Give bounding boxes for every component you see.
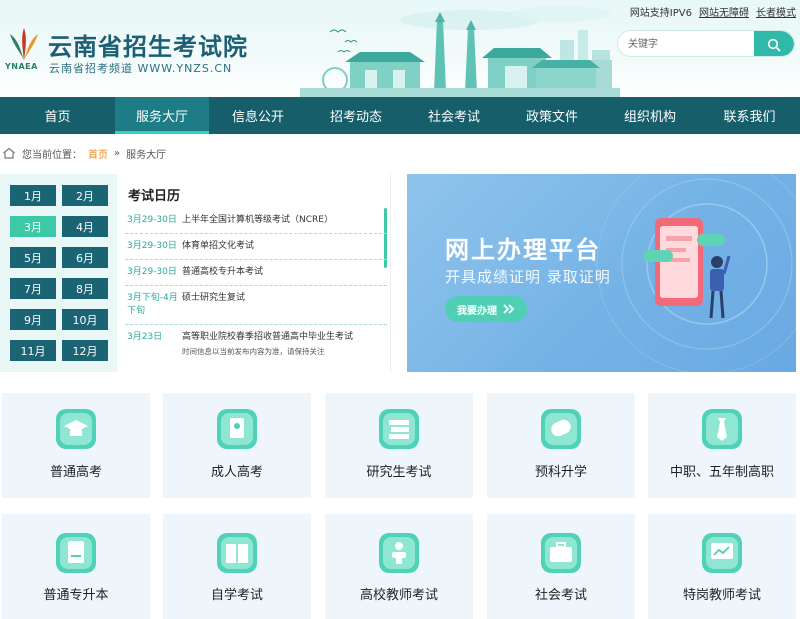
calendar-item[interactable]: 3月下旬-4月下旬 硕士研究生复试: [125, 286, 387, 325]
handle-online-button[interactable]: 我要办理: [445, 296, 527, 322]
accessibility-link[interactable]: 网站无障碍: [699, 4, 749, 19]
service-card-label: 中职、五年制高职: [669, 465, 774, 480]
month-button-8[interactable]: 8月: [62, 278, 108, 299]
breadcrumb-separator: »: [114, 147, 121, 159]
breadcrumb-current: 服务大厅: [126, 149, 167, 161]
briefcase-icon: [541, 533, 581, 573]
site-subtitle: 云南省招考频道 WWW.YNZS.CN: [49, 62, 233, 75]
service-card-label: 社会考试: [534, 588, 587, 603]
service-card-upgrade-bachelor[interactable]: 普通专升本: [2, 514, 150, 619]
nav-organization[interactable]: 组织机构: [601, 97, 699, 134]
service-card-label: 预科升学: [534, 465, 587, 480]
graduation-cap-icon: [56, 409, 96, 449]
calendar-list: 3月29-30日 上半年全国计算机等级考试（NCRE） 3月29-30日 体育单…: [125, 208, 387, 364]
month-button-4[interactable]: 4月: [62, 216, 108, 237]
online-service-banner[interactable]: 网上办理平台 开具成绩证明 录取证明 我要办理: [407, 174, 796, 372]
calendar-item-title: 硕士研究生复试: [182, 293, 246, 303]
search-box: [617, 30, 795, 57]
calendar-item-date: 3月23日: [127, 332, 163, 342]
month-button-2[interactable]: 2月: [62, 185, 108, 206]
top-links: 网站支持IPV6 网站无障碍 长者模式: [630, 4, 796, 19]
month-selector: 1月 2月 3月 4月 5月 6月 7月 8月 9月 10月 11月 12月: [0, 174, 117, 372]
service-card-self-study[interactable]: 自学考试: [163, 514, 311, 619]
nav-policy-docs[interactable]: 政策文件: [503, 97, 601, 134]
month-button-10[interactable]: 10月: [62, 309, 108, 330]
calendar-item[interactable]: 3月29-30日 普通高校专升本考试: [125, 260, 387, 286]
nav-admission-news[interactable]: 招考动态: [307, 97, 405, 134]
service-card-label: 普通高考: [49, 465, 102, 480]
service-card-adult-exam[interactable]: 成人高考: [163, 393, 311, 498]
service-card-college-teacher[interactable]: 高校教师考试: [325, 514, 473, 619]
calendar-item-date: 3月29-30日: [127, 215, 177, 225]
board-icon: [702, 533, 742, 573]
home-icon: [3, 147, 15, 159]
tie-icon: [702, 409, 742, 449]
ipv6-support-text: 网站支持IPV6: [629, 8, 692, 19]
service-card-postgrad[interactable]: 研究生考试: [325, 393, 473, 498]
calendar-item-date: 3月下旬-4月下旬: [127, 293, 178, 316]
calendar-item-title: 上半年全国计算机等级考试（NCRE）: [182, 215, 333, 225]
breadcrumb: 您当前位置： 首页 » 服务大厅: [0, 145, 166, 161]
service-card-preparatory[interactable]: 预科升学: [487, 393, 635, 498]
service-card-label: 特岗教师考试: [682, 588, 761, 603]
banner-subtitle: 开具成绩证明 录取证明: [445, 268, 611, 286]
month-button-3[interactable]: 3月: [10, 216, 56, 237]
diploma-icon: [541, 409, 581, 449]
service-card-gaokao[interactable]: 普通高考: [2, 393, 150, 498]
banner-title: 网上办理平台: [445, 236, 601, 264]
service-card-label: 成人高考: [210, 465, 263, 480]
calendar-item-date: 3月29-30日: [127, 241, 177, 251]
calendar-item-date: 3月29-30日: [127, 267, 177, 277]
breadcrumb-prefix: 您当前位置：: [22, 149, 82, 161]
month-button-9[interactable]: 9月: [10, 309, 56, 330]
calendar-item[interactable]: 3月29-30日 上半年全国计算机等级考试（NCRE）: [125, 208, 387, 234]
search-button[interactable]: [754, 31, 794, 56]
books-icon: [379, 409, 419, 449]
certificate-icon: [217, 409, 257, 449]
calendar-item-title: 体育单招文化考试: [182, 241, 255, 251]
breadcrumb-home-link[interactable]: 首页: [88, 146, 108, 161]
month-button-11[interactable]: 11月: [10, 340, 56, 361]
calendar-note: 时间信息以当前发布内容为准，请保持关注: [182, 347, 325, 356]
calendar-item[interactable]: 3月23日 高等职业院校春季招收普通高中毕业生考试 时间信息以当前发布内容为准，…: [125, 325, 387, 364]
nav-info-disclosure[interactable]: 信息公开: [209, 97, 307, 134]
site-title: 云南省招生考试院: [48, 33, 248, 61]
site-header: YNAEA 云南省招生考试院 云南省招考频道 WWW.YNZS.CN 网站支持I…: [0, 0, 800, 97]
calendar-item-title: 普通高校专升本考试: [182, 267, 264, 277]
month-button-1[interactable]: 1月: [10, 185, 56, 206]
nav-home[interactable]: 首页: [0, 97, 115, 134]
exam-calendar: 考试日历 3月29-30日 上半年全国计算机等级考试（NCRE） 3月29-30…: [117, 174, 391, 372]
nav-social-exams[interactable]: 社会考试: [405, 97, 503, 134]
search-input[interactable]: [628, 35, 753, 53]
exam-paper-icon: [56, 533, 96, 573]
open-book-icon: [217, 533, 257, 573]
service-card-label: 自学考试: [210, 588, 263, 603]
elder-mode-link[interactable]: 长者模式: [756, 4, 796, 19]
month-button-12[interactable]: 12月: [62, 340, 108, 361]
calendar-item[interactable]: 3月29-30日 体育单招文化考试: [125, 234, 387, 260]
teacher-icon: [379, 533, 419, 573]
service-card-label: 研究生考试: [366, 465, 432, 480]
service-card-vocational[interactable]: 中职、五年制高职: [648, 393, 796, 498]
calendar-item-title-block: 高等职业院校春季招收普通高中毕业生考试 时间信息以当前发布内容为准，请保持关注: [182, 331, 353, 358]
month-button-7[interactable]: 7月: [10, 278, 56, 299]
nav-service-hall[interactable]: 服务大厅: [115, 97, 209, 134]
month-button-6[interactable]: 6月: [62, 247, 108, 268]
calendar-title: 考试日历: [128, 189, 181, 204]
month-button-5[interactable]: 5月: [10, 247, 56, 268]
handle-online-label: 我要办理: [457, 305, 497, 317]
calendar-item-title: 高等职业院校春季招收普通高中毕业生考试: [182, 332, 354, 342]
service-card-social-exams[interactable]: 社会考试: [487, 514, 635, 619]
service-card-label: 高校教师考试: [359, 588, 438, 603]
double-chevron-right-icon: [503, 304, 515, 314]
service-card-special-teacher[interactable]: 特岗教师考试: [648, 514, 796, 619]
service-card-label: 普通专升本: [43, 588, 109, 603]
main-nav: 首页 服务大厅 信息公开 招考动态 社会考试 政策文件 组织机构 联系我们: [0, 97, 800, 134]
logo-text: YNAEA: [5, 62, 38, 71]
search-icon: [767, 38, 781, 51]
nav-contact[interactable]: 联系我们: [699, 97, 800, 134]
